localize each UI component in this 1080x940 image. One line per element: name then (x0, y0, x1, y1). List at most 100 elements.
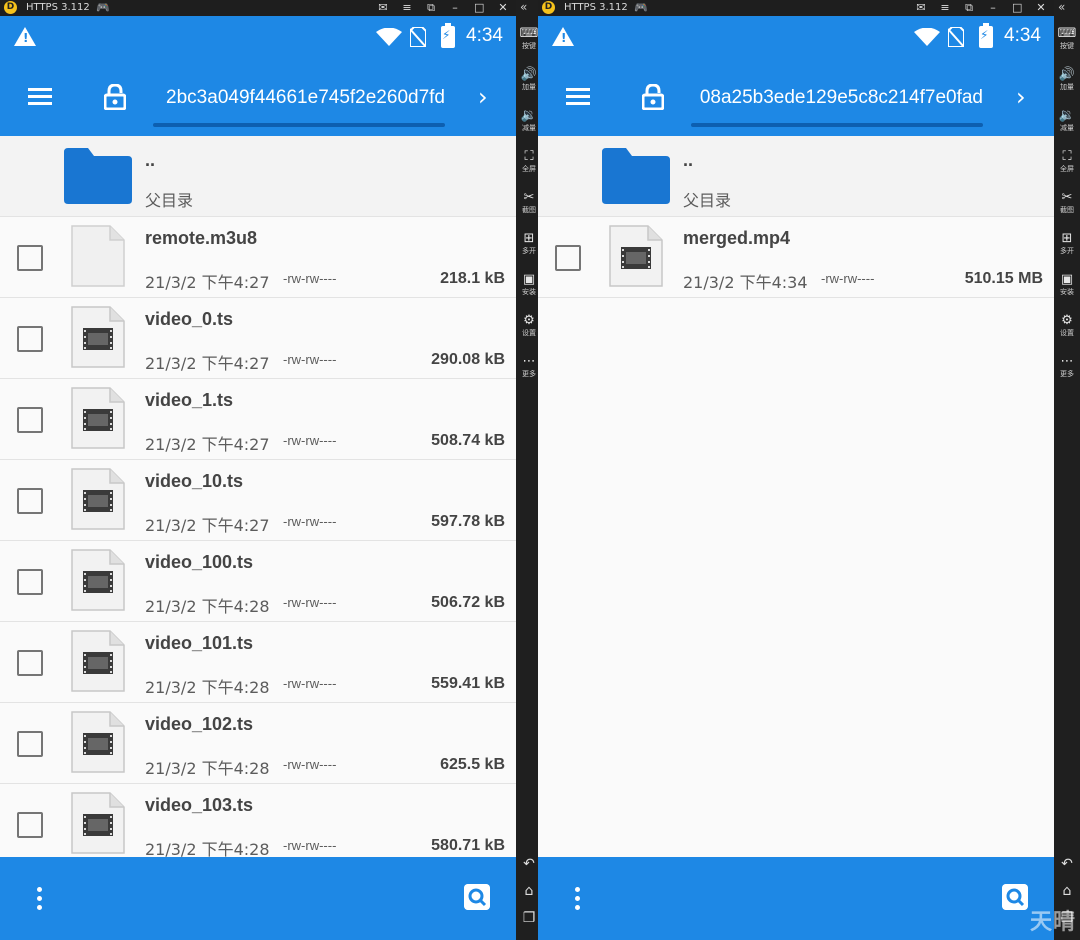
select-checkbox[interactable] (17, 245, 43, 271)
video-file-icon (70, 467, 126, 531)
chevron-right-icon[interactable]: › (1016, 84, 1026, 110)
minimize-icon[interactable]: – (988, 0, 998, 16)
path-scrollbar[interactable] (153, 123, 445, 127)
side-tool-multi-open[interactable]: ⊞ 多开 (1054, 231, 1080, 256)
window-pin-icon[interactable]: ⧉ (964, 0, 974, 16)
home-icon[interactable]: ⌂ (1054, 883, 1080, 899)
keyboard-icon: ⌨ (1057, 26, 1077, 41)
back-icon[interactable]: ↶ (1054, 856, 1080, 872)
file-row[interactable]: merged.mp4 21/3/2 下午4:34 -rw-rw---- 510.15 … (538, 217, 1054, 298)
file-row[interactable]: video_0.ts 21/3/2 下午4:27 -rw-rw---- 290.08 … (0, 298, 516, 379)
multi-open-icon: ⊞ (1061, 231, 1073, 246)
bottom-action-bar (0, 857, 516, 940)
collapse-panel-icon[interactable]: « (520, 0, 527, 14)
file-list: .. 父目录 remote.m3u8 21/3/2 下午4:27 -rw-rw---… (0, 136, 516, 865)
window-pin-icon[interactable]: ⧉ (426, 0, 436, 16)
file-row[interactable]: video_10.ts 21/3/2 下午4:27 -rw-rw---- 597.78… (0, 460, 516, 541)
file-row[interactable]: remote.m3u8 21/3/2 下午4:27 -rw-rw---- 218.1 … (0, 217, 516, 298)
minimize-icon[interactable]: – (450, 0, 460, 16)
file-row[interactable]: video_102.ts 21/3/2 下午4:28 -rw-rw---- 625.5… (0, 703, 516, 784)
path-breadcrumb[interactable]: 2bc3a049f44661e745f2e260d7fd (145, 82, 445, 114)
lock-open-icon[interactable] (642, 84, 664, 110)
file-date: 21/3/2 下午4:27 (145, 354, 270, 373)
overflow-menu-icon[interactable] (574, 887, 582, 911)
path-breadcrumb[interactable]: 08a25b3ede129e5c8c214f7e0fad (683, 82, 983, 114)
emulator-title: HTTPS 3.112 (564, 2, 628, 13)
status-bar: 4:34 (0, 16, 516, 56)
menu-icon[interactable]: ≡ (402, 0, 412, 16)
file-row[interactable]: video_1.ts 21/3/2 下午4:27 -rw-rw---- 508.74 … (0, 379, 516, 460)
file-permissions: -rw-rw---- (283, 838, 337, 853)
overflow-menu-icon[interactable] (36, 887, 44, 911)
message-icon[interactable]: ✉ (378, 0, 388, 16)
close-icon[interactable]: ✕ (1036, 0, 1046, 16)
side-tool-volume-up[interactable]: 🔊 加量 (1054, 67, 1080, 92)
maximize-icon[interactable]: □ (474, 0, 484, 16)
hamburger-menu-icon[interactable] (28, 88, 52, 106)
menu-icon[interactable]: ≡ (940, 0, 950, 16)
side-tool-fullscreen[interactable]: ⛶ 全屏 (1054, 149, 1080, 174)
parent-directory-row[interactable]: .. 父目录 (0, 136, 516, 217)
emulator-window-right: D HTTPS 3.112 🎮 ✉ ≡ ⧉ – □ ✕ 4:34 08a25b3… (538, 0, 1080, 940)
message-icon[interactable]: ✉ (916, 0, 926, 16)
status-time: 4:34 (466, 25, 503, 46)
file-name: video_103.ts (145, 795, 254, 815)
parent-dir-name: .. (145, 150, 156, 170)
side-tool-scissors[interactable]: ✂ 截图 (1054, 190, 1080, 215)
select-checkbox[interactable] (17, 731, 43, 757)
android-screen: 4:34 2bc3a049f44661e745f2e260d7fd › .. 父… (0, 16, 516, 940)
side-tool-keyboard[interactable]: ⌨ 按键 (1054, 26, 1080, 51)
side-tool-apk-install[interactable]: ▣ 安装 (1054, 272, 1080, 297)
hamburger-menu-icon[interactable] (566, 88, 590, 106)
select-checkbox[interactable] (17, 407, 43, 433)
file-size: 597.78 kB (431, 513, 505, 530)
select-checkbox[interactable] (555, 245, 581, 271)
file-row[interactable]: video_103.ts 21/3/2 下午4:28 -rw-rw---- 580.7… (0, 784, 516, 865)
file-name: remote.m3u8 (145, 228, 258, 248)
file-row[interactable]: video_100.ts 21/3/2 下午4:28 -rw-rw---- 506.7… (0, 541, 516, 622)
side-tool-more[interactable]: ⋯ 更多 (1054, 354, 1080, 379)
gamepad-icon[interactable]: 🎮 (96, 1, 110, 15)
file-row[interactable]: video_101.ts 21/3/2 下午4:28 -rw-rw---- 559.4… (0, 622, 516, 703)
search-icon[interactable] (1002, 884, 1028, 910)
emulator-side-toolbar: « ⌨ 按键 🔊 加量 🔉 减量 ⛶ 全屏 ✂ 截图 ⊞ 多开 ▣ 安装 ⚙ 设置 ⋯ 更多 ↶ ⌂ ❐ (516, 0, 538, 940)
status-bar: 4:34 (538, 16, 1054, 56)
video-file-icon (70, 305, 126, 369)
lock-open-icon[interactable] (104, 84, 126, 110)
path-scrollbar[interactable] (691, 123, 983, 127)
file-date: 21/3/2 下午4:34 (683, 273, 808, 292)
collapse-panel-icon[interactable]: « (1058, 0, 1065, 14)
file-permissions: -rw-rw---- (283, 676, 337, 691)
select-checkbox[interactable] (17, 488, 43, 514)
file-size: 290.08 kB (431, 351, 505, 368)
maximize-icon[interactable]: □ (1012, 0, 1022, 16)
warning-icon (14, 27, 36, 46)
side-tool-settings[interactable]: ⚙ 设置 (1054, 313, 1080, 338)
select-checkbox[interactable] (17, 326, 43, 352)
battery-charging-icon (441, 23, 455, 48)
watermark: 天晴 (1029, 910, 1076, 935)
file-size: 510.15 MB (964, 270, 1043, 287)
emulator-titlebar: D HTTPS 3.112 🎮 ✉ ≡ ⧉ – □ ✕ (538, 0, 1054, 16)
select-checkbox[interactable] (17, 650, 43, 676)
file-permissions: -rw-rw---- (283, 352, 337, 367)
emulator-side-toolbar: « ⌨ 按键 🔊 加量 🔉 减量 ⛶ 全屏 ✂ 截图 ⊞ 多开 ▣ 安装 ⚙ 设置 ⋯ 更多 ↶ ⌂ ❐ (1054, 0, 1080, 940)
scissors-icon: ✂ (1061, 190, 1073, 205)
no-sim-icon (410, 27, 426, 47)
select-checkbox[interactable] (17, 569, 43, 595)
parent-directory-row[interactable]: .. 父目录 (538, 136, 1054, 217)
file-permissions: -rw-rw---- (283, 595, 337, 610)
file-permissions: -rw-rw---- (821, 271, 875, 286)
current-path: 2bc3a049f44661e745f2e260d7fd (166, 87, 445, 108)
android-screen: 4:34 08a25b3ede129e5c8c214f7e0fad › .. 父… (538, 16, 1054, 940)
gamepad-icon[interactable]: 🎮 (634, 1, 648, 15)
side-tool-label: 更多 (1060, 370, 1074, 378)
chevron-right-icon[interactable]: › (478, 84, 488, 110)
close-icon[interactable]: ✕ (498, 0, 508, 16)
side-tool-label: 按键 (1060, 42, 1074, 50)
file-name: video_1.ts (145, 390, 234, 410)
select-checkbox[interactable] (17, 812, 43, 838)
wifi-icon (914, 28, 940, 46)
side-tool-volume-down[interactable]: 🔉 减量 (1054, 108, 1080, 133)
search-icon[interactable] (464, 884, 490, 910)
